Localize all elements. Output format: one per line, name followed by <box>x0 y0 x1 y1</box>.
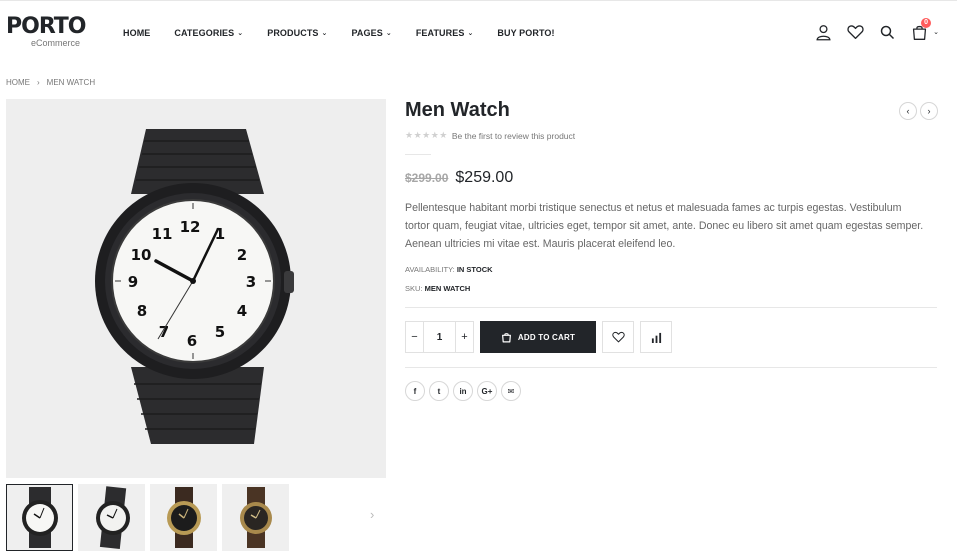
watch-image: 12 1 2 3 4 5 6 7 8 9 10 11 <box>95 129 294 444</box>
nav-home[interactable]: HOME <box>123 28 150 38</box>
bag-icon <box>501 332 511 343</box>
svg-text:6: 6 <box>187 332 197 350</box>
nav-pages-label: PAGES <box>351 28 383 38</box>
nav-buy-porto-label: BUY PORTO! <box>497 28 555 38</box>
add-to-cart-button[interactable]: ADD TO CART <box>480 321 596 353</box>
header-icons: 0 ⌄ <box>801 18 939 42</box>
chevron-down-icon[interactable]: ⌄ <box>933 28 939 36</box>
nav-categories[interactable]: CATEGORIES ⌄ <box>174 28 243 38</box>
sku-label: SKU: <box>405 284 423 293</box>
heart-icon <box>611 331 625 343</box>
main-product-image[interactable]: 12 1 2 3 4 5 6 7 8 9 10 11 <box>6 99 386 478</box>
logo-main-text: PORTO <box>6 14 87 39</box>
add-to-cart-label: ADD TO CART <box>517 332 576 342</box>
quantity-stepper: − + <box>405 321 474 353</box>
svg-text:9: 9 <box>128 273 138 291</box>
svg-text:7: 7 <box>159 323 169 341</box>
svg-text:3: 3 <box>246 273 256 291</box>
current-price: $259.00 <box>455 169 514 186</box>
prev-product-button[interactable]: ‹ <box>899 102 917 120</box>
breadcrumb: HOME › MEN WATCH <box>6 78 95 87</box>
qty-minus-button[interactable]: − <box>406 322 423 352</box>
nav-categories-label: CATEGORIES <box>174 28 235 38</box>
email-icon[interactable]: ✉ <box>501 381 521 401</box>
nav-features[interactable]: FEATURES ⌄ <box>416 28 474 38</box>
compare-button[interactable] <box>640 321 672 353</box>
nav-features-label: FEATURES <box>415 28 465 38</box>
svg-text:8: 8 <box>137 302 147 320</box>
bar-chart-icon <box>651 332 661 343</box>
svg-text:11: 11 <box>152 225 173 243</box>
thumbnail-2[interactable] <box>78 484 145 551</box>
watch-thumb-image <box>167 487 201 548</box>
nav-pages[interactable]: PAGES ⌄ <box>352 28 392 38</box>
user-icon[interactable] <box>813 22 833 42</box>
main-nav: HOME CATEGORIES ⌄ PRODUCTS ⌄ PAGES ⌄ FEATUR… <box>123 28 579 38</box>
next-product-button[interactable]: › <box>920 102 938 120</box>
availability-label: AVAILABILITY: <box>405 265 455 274</box>
svg-text:4: 4 <box>237 302 247 320</box>
nav-products-label: PRODUCTS <box>267 28 319 38</box>
product-description: Pellentesque habitant morbi tristique se… <box>405 202 924 250</box>
top-border <box>0 0 957 3</box>
wishlist-button[interactable] <box>602 321 634 353</box>
heart-icon[interactable] <box>845 22 865 42</box>
nav-buy-porto[interactable]: BUY PORTO! <box>497 28 554 38</box>
divider <box>405 154 431 155</box>
google-plus-icon[interactable]: G+ <box>477 381 497 401</box>
svg-text:2: 2 <box>237 246 247 264</box>
cart-count-badge: 0 <box>921 18 932 28</box>
product-navigation: ‹ › <box>896 102 938 120</box>
breadcrumb-home[interactable]: HOME <box>6 78 30 87</box>
watch-thumb-image <box>96 486 130 549</box>
thumbnail-next-arrow[interactable]: › <box>370 507 374 522</box>
site-header: PORTO eCommerce HOME CATEGORIES ⌄ PRODUCT… <box>0 4 957 64</box>
qty-input[interactable] <box>423 322 456 352</box>
cart-icon[interactable]: 0 <box>909 18 932 42</box>
thumbnail-3[interactable] <box>150 484 217 551</box>
chevron-down-icon: ⌄ <box>237 30 244 37</box>
price-box: $299.00 $259.00 <box>405 169 513 187</box>
product-title: Men Watch <box>405 99 510 121</box>
breadcrumb-current: MEN WATCH <box>46 78 96 87</box>
twitter-icon[interactable]: t <box>429 381 449 401</box>
svg-text:10: 10 <box>131 246 152 264</box>
old-price: $299.00 <box>405 171 449 185</box>
availability: AVAILABILITY: IN STOCK <box>405 265 493 274</box>
chevron-down-icon: ⌄ <box>467 30 474 37</box>
thumbnail-strip <box>6 484 294 551</box>
sku: SKU: MEN WATCH <box>405 284 470 293</box>
review-link[interactable]: Be the first to review this product <box>452 131 575 141</box>
chevron-down-icon: ⌄ <box>321 30 328 37</box>
sku-value: MEN WATCH <box>424 284 471 293</box>
divider <box>405 367 937 368</box>
svg-text:5: 5 <box>215 323 225 341</box>
watch-thumb-image <box>22 487 58 548</box>
thumbnail-4[interactable] <box>222 484 289 551</box>
linkedin-icon[interactable]: in <box>453 381 473 401</box>
logo[interactable]: PORTO eCommerce <box>6 14 87 49</box>
divider <box>405 307 937 308</box>
chevron-down-icon: ⌄ <box>385 30 392 37</box>
rating-row: ★★★★★ Be the first to review this produc… <box>405 130 575 141</box>
qty-plus-button[interactable]: + <box>456 322 473 352</box>
svg-text:12: 12 <box>180 218 201 236</box>
chevron-right-icon: › <box>37 78 40 87</box>
nav-products[interactable]: PRODUCTS ⌄ <box>267 28 327 38</box>
thumbnail-1[interactable] <box>6 484 73 551</box>
nav-home-label: HOME <box>123 28 151 38</box>
facebook-icon[interactable]: f <box>405 381 425 401</box>
star-rating-icon: ★★★★★ <box>405 130 448 140</box>
watch-thumb-image <box>240 487 272 548</box>
availability-value: IN STOCK <box>456 265 493 274</box>
search-icon[interactable] <box>877 22 897 42</box>
social-share: f t in G+ ✉ <box>405 381 525 401</box>
logo-sub-text: eCommerce <box>31 38 81 48</box>
